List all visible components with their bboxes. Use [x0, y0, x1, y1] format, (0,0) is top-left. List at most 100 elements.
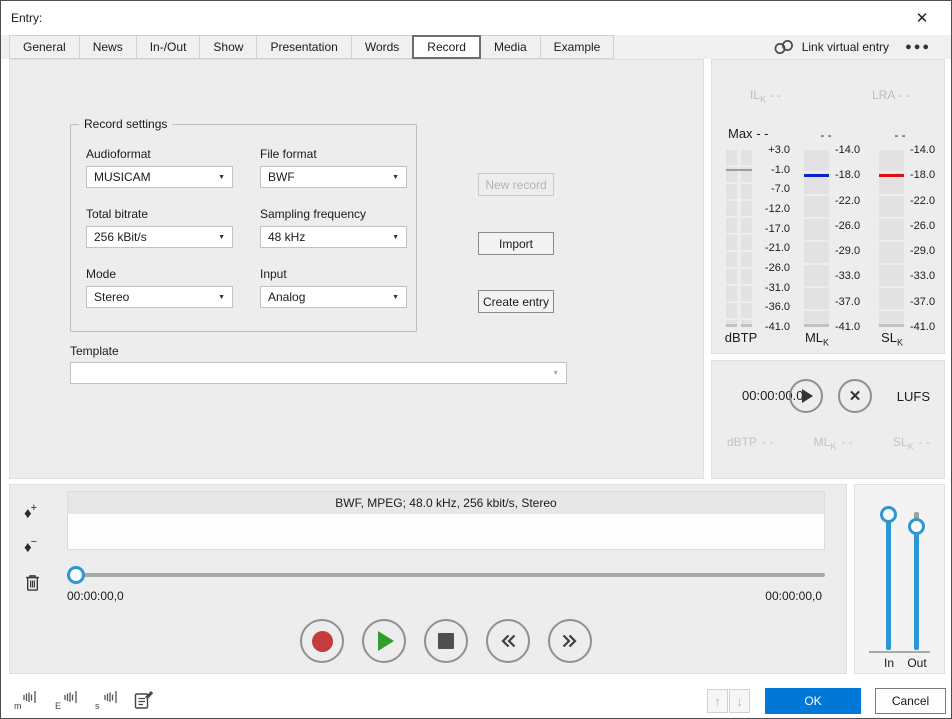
link-virtual-entry-label: Link virtual entry [802, 40, 889, 54]
import-button[interactable]: Import [478, 232, 554, 255]
dbtp-caption: dBTP [718, 330, 764, 345]
tab[interactable]: Show [199, 35, 257, 59]
scale-tick: -29.0 [835, 246, 871, 256]
close-button[interactable]: ✕ [907, 5, 937, 31]
transport-controls [28, 619, 864, 663]
fast-forward-icon [558, 629, 582, 653]
delete-button[interactable] [24, 569, 50, 595]
dropdown-value: Stereo [94, 290, 129, 304]
scale-tick: -22.0 [835, 196, 871, 206]
setting-dropdown[interactable]: MUSICAM ▼ [86, 166, 233, 188]
cancel-button[interactable]: Cancel [875, 688, 946, 714]
waveform-bars-icon [22, 689, 38, 705]
lufs-cancel-button[interactable]: ✕ [838, 379, 872, 413]
scale-tick: -17.0 [754, 224, 790, 234]
setting-label: File format [260, 147, 407, 161]
tab[interactable]: Words [351, 35, 413, 59]
tab[interactable]: Media [480, 35, 541, 59]
new-record-button[interactable]: New record [478, 173, 554, 196]
edit-notes-button[interactable] [133, 688, 157, 712]
chevron-down-icon: ▼ [218, 294, 225, 301]
create-entry-button[interactable]: Create entry [478, 290, 554, 313]
setting-dropdown[interactable]: 48 kHz ▼ [260, 226, 407, 248]
in-slider-track[interactable] [886, 512, 891, 650]
marker-e-letter: E [55, 701, 61, 711]
waveform-bars-icon [63, 689, 79, 705]
waveform-display: BWF, MPEG; 48.0 kHz, 256 kbit/s, Stereo [67, 491, 825, 550]
scale-tick: -7.0 [754, 184, 790, 194]
setting-field: Mode Stereo ▼ [86, 267, 233, 308]
scale-tick: -26.0 [910, 221, 946, 231]
marker-s-letter: s [95, 701, 100, 711]
dropdown-value: BWF [268, 170, 295, 184]
in-slider-handle[interactable] [880, 506, 897, 523]
tab[interactable]: Record [412, 35, 481, 59]
rewind-icon [496, 629, 520, 653]
dbtp-meter-bars [726, 150, 752, 327]
scale-tick: -33.0 [910, 271, 946, 281]
lufs-play-button[interactable] [789, 379, 823, 413]
play-button[interactable] [362, 619, 406, 663]
move-down-button[interactable]: ↓ [729, 689, 750, 713]
scale-tick: -22.0 [910, 196, 946, 206]
seek-track[interactable] [67, 573, 825, 577]
tab[interactable]: General [9, 35, 80, 59]
mlk-max-readout: - - [808, 128, 844, 142]
setting-label: Audioformat [86, 147, 233, 161]
tab[interactable]: Presentation [256, 35, 351, 59]
ilk-readout: ILK - - [750, 88, 781, 104]
elapsed-time: 00:00:00,0 [67, 589, 124, 603]
lufs-readout: SLK- - [893, 435, 930, 451]
more-options-button[interactable]: ●●● [905, 41, 931, 53]
scale-tick: -37.0 [910, 297, 946, 307]
seek-bar[interactable] [67, 566, 825, 584]
record-tab-panel: Record settings Audioformat MUSICAM ▼ Fi… [9, 59, 704, 479]
setting-label: Input [260, 267, 407, 281]
out-slider-handle[interactable] [908, 518, 925, 535]
out-label: Out [903, 656, 931, 670]
dropdown-value: Analog [268, 290, 305, 304]
ok-button[interactable]: OK [765, 688, 861, 714]
lufs-readout: MLK- - [814, 435, 853, 451]
scale-tick: -29.0 [910, 246, 946, 256]
scale-tick: -12.0 [754, 204, 790, 214]
setting-label: Sampling frequency [260, 207, 407, 221]
remove-marker-button[interactable]: ♦− [24, 533, 50, 559]
fast-forward-button[interactable] [548, 619, 592, 663]
title-bar: Entry: ✕ [1, 1, 951, 35]
setting-dropdown[interactable]: 256 kBit/s ▼ [86, 226, 233, 248]
stop-button[interactable] [424, 619, 468, 663]
template-label: Template [70, 344, 119, 358]
close-icon: ✕ [916, 10, 929, 27]
lufs-unit-label: LUFS [897, 389, 930, 404]
add-marker-button[interactable]: ♦+ [24, 499, 50, 525]
tab[interactable]: In-/Out [136, 35, 201, 59]
rewind-button[interactable] [486, 619, 530, 663]
setting-dropdown[interactable]: Stereo ▼ [86, 286, 233, 308]
template-dropdown[interactable]: ▼ [70, 362, 567, 384]
dismiss-icon: ✕ [849, 387, 862, 405]
tab[interactable]: Example [540, 35, 615, 59]
record-settings-group: Record settings Audioformat MUSICAM ▼ Fi… [70, 124, 417, 332]
slk-meter-bar [879, 150, 904, 327]
record-button[interactable] [300, 619, 344, 663]
seek-handle[interactable] [67, 566, 85, 584]
mlk-scale: -14.0-18.0-22.0-26.0-29.0-33.0-37.0-41.0 [835, 145, 871, 332]
scale-tick: -31.0 [754, 283, 790, 293]
marker-e-button[interactable]: E [55, 688, 79, 712]
tab[interactable]: News [79, 35, 137, 59]
marker-m-button[interactable]: m [14, 688, 38, 712]
move-up-button[interactable]: ↑ [707, 689, 728, 713]
record-settings-fields: Audioformat MUSICAM ▼ File format BWF ▼ [86, 147, 407, 308]
setting-field: Total bitrate 256 kBit/s ▼ [86, 207, 233, 248]
lufs-readouts: dBTP- - MLK- - SLK- - [727, 435, 930, 451]
lufs-measure-panel: 00:00:00.0 ✕ LUFS dBTP- - MLK- - SLK- - [711, 360, 945, 479]
lra-readout: LRA - - [872, 88, 909, 102]
link-virtual-entry-button[interactable]: Link virtual entry [773, 39, 889, 55]
dbtp-max-readout: Max - - [728, 126, 768, 141]
setting-dropdown[interactable]: Analog ▼ [260, 286, 407, 308]
mlk-meter-bar [804, 150, 829, 327]
marker-s-button[interactable]: s [95, 688, 119, 712]
scale-tick: -21.0 [754, 243, 790, 253]
setting-dropdown[interactable]: BWF ▼ [260, 166, 407, 188]
